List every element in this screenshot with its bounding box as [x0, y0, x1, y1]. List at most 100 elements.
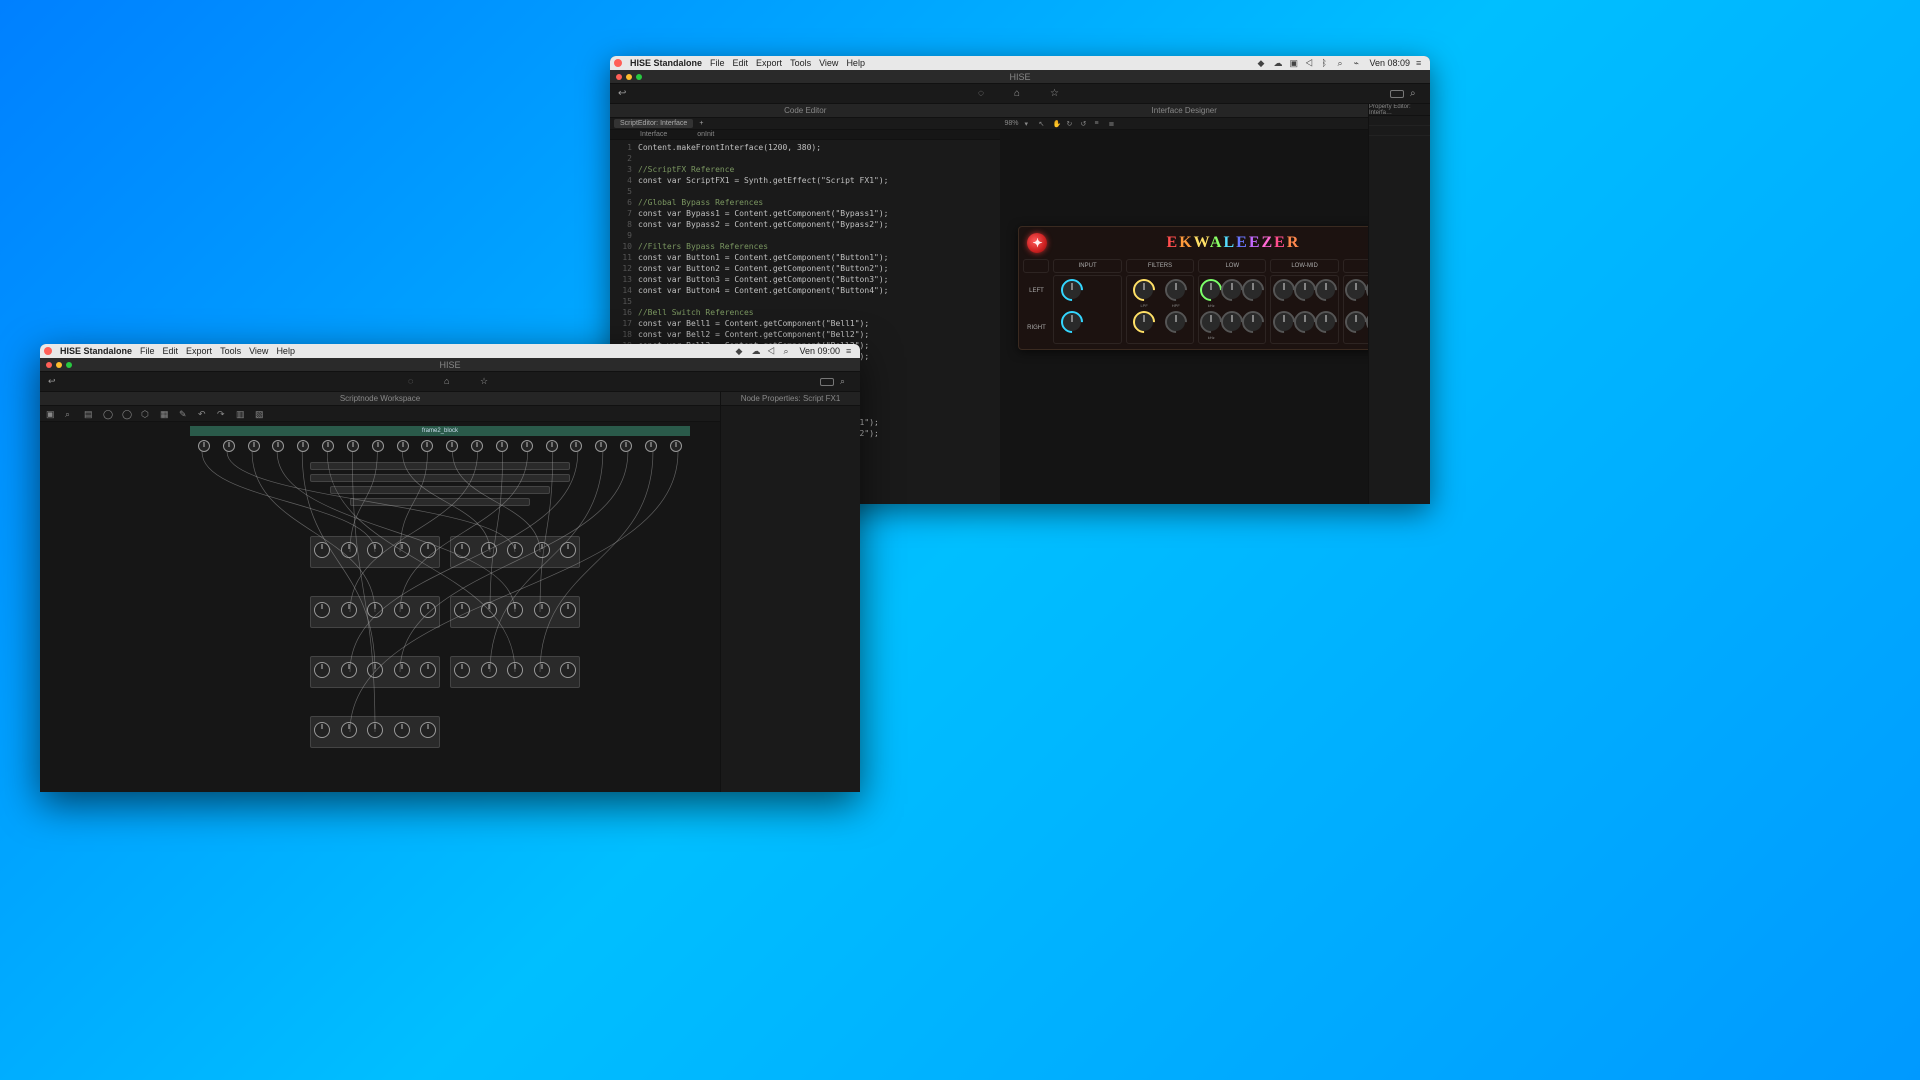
- toolbar-icon[interactable]: ◯: [103, 409, 112, 418]
- search-icon[interactable]: ⌕: [1410, 88, 1422, 100]
- star-icon[interactable]: ☆: [480, 376, 492, 388]
- undo-icon[interactable]: ↶: [198, 409, 207, 418]
- hand-icon[interactable]: ✋: [1052, 120, 1060, 128]
- graph-knob[interactable]: [394, 722, 410, 738]
- graph-knob[interactable]: [481, 662, 497, 678]
- graph-knob[interactable]: [570, 440, 582, 452]
- graph-knob[interactable]: [397, 440, 409, 452]
- graph-knob[interactable]: [471, 440, 483, 452]
- property-row[interactable]: [1369, 116, 1430, 126]
- home-icon[interactable]: ⌂: [1014, 88, 1026, 100]
- clock-icon[interactable]: ◌: [978, 88, 990, 100]
- redo-icon[interactable]: ↷: [217, 409, 226, 418]
- graph-knob[interactable]: [314, 722, 330, 738]
- graph-knob[interactable]: [507, 662, 523, 678]
- menu-view[interactable]: View: [819, 58, 838, 68]
- clock[interactable]: Ven 08:09: [1369, 58, 1410, 68]
- graph-knob[interactable]: [322, 440, 334, 452]
- graph-knob[interactable]: [314, 602, 330, 618]
- menu-icon[interactable]: ≡: [1416, 58, 1426, 68]
- graph-knob[interactable]: [367, 602, 383, 618]
- apple-menu-icon[interactable]: [44, 347, 52, 355]
- toolbar-icon[interactable]: ▦: [160, 409, 169, 418]
- knob[interactable]: [1317, 281, 1335, 299]
- graph-knob[interactable]: [670, 440, 682, 452]
- graph-knob[interactable]: [546, 440, 558, 452]
- graph-knob[interactable]: [420, 542, 436, 558]
- wifi-icon[interactable]: ⨞: [767, 346, 777, 356]
- graph-knob[interactable]: [394, 662, 410, 678]
- graph-knob[interactable]: [534, 662, 550, 678]
- knob[interactable]: [1347, 281, 1365, 299]
- graph-knob[interactable]: [372, 440, 384, 452]
- module-node[interactable]: [310, 474, 570, 482]
- pointer-icon[interactable]: ↖: [1038, 120, 1046, 128]
- subtab-interface[interactable]: Interface: [640, 131, 667, 138]
- star-icon[interactable]: ☆: [1050, 88, 1062, 100]
- clock[interactable]: Ven 09:00: [799, 346, 840, 356]
- control-center-icon[interactable]: ⌁: [1353, 58, 1363, 68]
- back-icon[interactable]: ↩: [618, 88, 630, 100]
- graph-knob[interactable]: [496, 440, 508, 452]
- script-tab[interactable]: ScriptEditor: Interface: [614, 119, 693, 128]
- graph-knob[interactable]: [507, 542, 523, 558]
- graph-knob[interactable]: [367, 662, 383, 678]
- menu-file[interactable]: File: [710, 58, 725, 68]
- knob-hpf-r[interactable]: [1167, 313, 1185, 331]
- graph-knob[interactable]: [420, 722, 436, 738]
- property-row[interactable]: [1369, 126, 1430, 136]
- knob[interactable]: [1244, 313, 1262, 331]
- designer-canvas[interactable]: ✦ EKWALEEZER ◀ ▶ 00 - INIT: [1000, 130, 1368, 504]
- graph-knob[interactable]: [223, 440, 235, 452]
- graph-knob[interactable]: [595, 440, 607, 452]
- search-icon[interactable]: ⌕: [783, 346, 793, 356]
- toolbar-icon[interactable]: ▥: [236, 409, 245, 418]
- graph-knob[interactable]: [534, 542, 550, 558]
- window-titlebar[interactable]: HISE: [610, 70, 1430, 84]
- knob[interactable]: [1244, 281, 1262, 299]
- graph-knob[interactable]: [394, 542, 410, 558]
- knob[interactable]: [1202, 281, 1220, 299]
- module-node[interactable]: [330, 486, 550, 494]
- menu-help[interactable]: Help: [276, 346, 295, 356]
- menu-tools[interactable]: Tools: [790, 58, 811, 68]
- graph-knob[interactable]: [341, 662, 357, 678]
- preset-toggle[interactable]: [820, 378, 834, 386]
- knob[interactable]: [1202, 313, 1220, 331]
- graph-knob[interactable]: [367, 722, 383, 738]
- search-icon[interactable]: ⌕: [1337, 58, 1347, 68]
- node-graph[interactable]: frame2_block: [190, 426, 690, 792]
- graph-knob[interactable]: [481, 602, 497, 618]
- menu-file[interactable]: File: [140, 346, 155, 356]
- toolbar-icon[interactable]: ✎: [179, 409, 188, 418]
- graph-knob[interactable]: [198, 440, 210, 452]
- graph-knob[interactable]: [367, 542, 383, 558]
- knob[interactable]: [1275, 313, 1293, 331]
- search-icon[interactable]: ⌕: [840, 376, 852, 388]
- knob-lpf-r[interactable]: [1135, 313, 1153, 331]
- traffic-lights[interactable]: [46, 362, 72, 368]
- graph-knob[interactable]: [521, 440, 533, 452]
- wifi-icon[interactable]: ⨞: [1305, 58, 1315, 68]
- align-icon[interactable]: ≡: [1094, 120, 1102, 128]
- module-node[interactable]: [350, 498, 530, 506]
- graph-knob[interactable]: [420, 662, 436, 678]
- knob[interactable]: [1296, 281, 1314, 299]
- toolbar-icon[interactable]: ⌕: [65, 409, 74, 418]
- window-titlebar[interactable]: HISE: [40, 358, 860, 372]
- graph-knob[interactable]: [481, 542, 497, 558]
- home-icon[interactable]: ⌂: [444, 376, 456, 388]
- graph-knob[interactable]: [341, 602, 357, 618]
- graph-knob[interactable]: [645, 440, 657, 452]
- graph-knob[interactable]: [341, 542, 357, 558]
- menu-export[interactable]: Export: [756, 58, 782, 68]
- toolbar-icon[interactable]: ▤: [84, 409, 93, 418]
- menu-icon[interactable]: ≡: [846, 346, 856, 356]
- graph-knob[interactable]: [454, 662, 470, 678]
- knob[interactable]: [1275, 281, 1293, 299]
- knob-input-r[interactable]: [1063, 313, 1081, 331]
- toolbar-icon[interactable]: ◯: [122, 409, 131, 418]
- zoom-level[interactable]: 98%: [1004, 120, 1018, 127]
- graph-knob[interactable]: [507, 602, 523, 618]
- knob-input-l[interactable]: [1063, 281, 1081, 299]
